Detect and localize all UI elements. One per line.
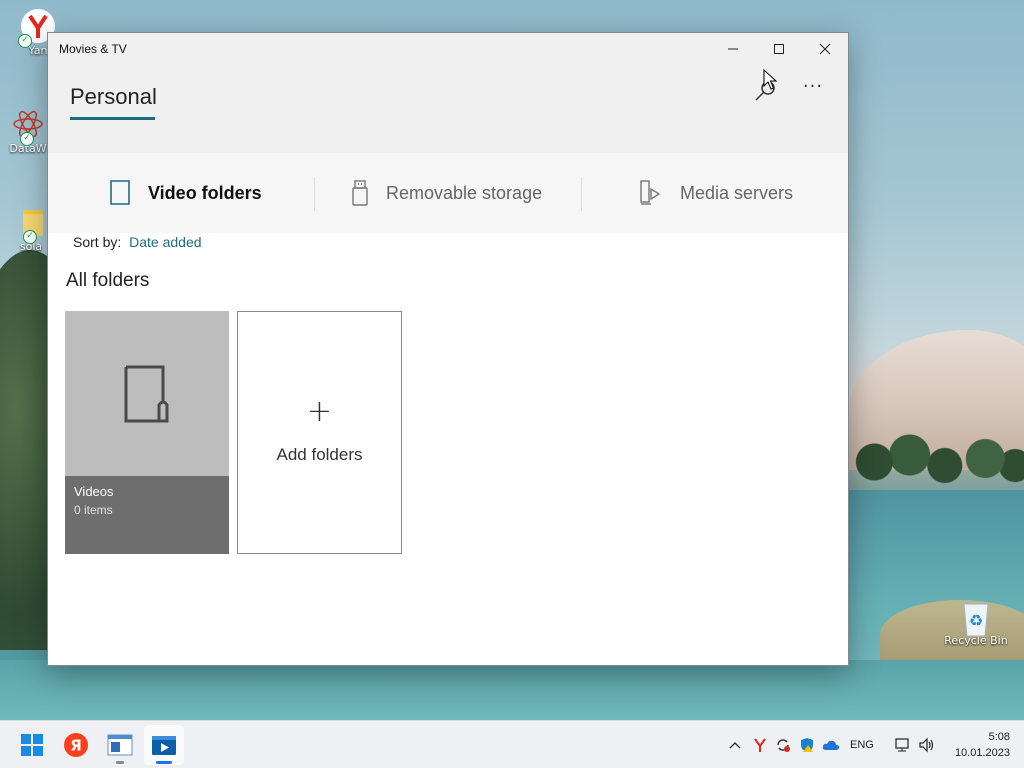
running-indicator	[116, 761, 124, 764]
folder-icon: ✓	[7, 204, 43, 244]
sort-control[interactable]: Sort by: Date added	[73, 234, 202, 250]
yandex-icon: Я	[64, 733, 88, 757]
clock-time: 5:08	[988, 731, 1010, 743]
svg-text:Я: Я	[70, 737, 82, 755]
folder-item-count: 0 items	[74, 503, 113, 517]
movies-tv-icon	[152, 736, 176, 755]
tray-onedrive[interactable]	[820, 733, 842, 757]
app-title: Movies & TV	[59, 42, 127, 56]
taskbar-file-explorer[interactable]	[100, 725, 140, 765]
desktop-icon-recycle-bin[interactable]: ♻ Recycle Bin	[944, 598, 1008, 647]
tab-divider	[314, 177, 315, 211]
page-title[interactable]: Personal	[70, 84, 157, 110]
tray-volume[interactable]	[916, 733, 938, 757]
add-folders-button[interactable]: + Add folders	[237, 311, 402, 554]
recycle-bin-icon: ♻	[958, 598, 994, 637]
clock-date: 10.01.2023	[954, 747, 1010, 759]
plus-icon: +	[306, 394, 333, 429]
desktop-icon-datawrapper[interactable]: ✓ DataW	[3, 106, 53, 155]
wallpaper-trees	[848, 420, 1024, 490]
wallpaper-water	[0, 660, 1024, 720]
mouse-cursor-icon	[763, 69, 777, 90]
maximize-icon	[774, 44, 784, 54]
folder-tile-videos[interactable]: Videos 0 items	[65, 311, 229, 554]
shield-warning-icon	[801, 738, 813, 752]
sync-check-icon: ✓	[20, 132, 34, 146]
sync-check-icon: ✓	[18, 34, 32, 48]
windows-logo-icon	[21, 734, 43, 756]
app-header: Personal ··· Video folders Removable sto…	[48, 65, 848, 233]
yandex-tray-icon	[754, 738, 766, 752]
tab-label: Removable storage	[386, 182, 543, 203]
title-bar[interactable]: Movies & TV	[48, 33, 848, 65]
network-icon	[895, 738, 909, 752]
active-indicator	[156, 761, 172, 764]
tray-security[interactable]	[797, 733, 817, 757]
sort-label: Sort by:	[73, 234, 122, 250]
movies-tv-window: Movies & TV Personal ··· Video folders R…	[48, 33, 848, 665]
media-server-icon	[640, 180, 661, 205]
tab-removable-storage[interactable]: Removable storage	[350, 153, 542, 233]
datawrapper-icon: ✓	[10, 106, 46, 146]
tab-media-servers[interactable]: Media servers	[638, 153, 793, 233]
video-folder-icon	[110, 180, 130, 205]
close-button[interactable]	[802, 33, 848, 65]
minimize-icon	[728, 48, 738, 50]
tab-label: Media servers	[680, 182, 794, 203]
taskbar: Я ENG 5:08 10.01.2023	[0, 720, 1024, 768]
tab-video-folders[interactable]: Video folders	[108, 153, 262, 233]
clock[interactable]: 5:08 10.01.2023	[944, 729, 1010, 761]
file-explorer-icon	[107, 734, 133, 756]
input-language-indicator[interactable]: ENG	[850, 733, 874, 757]
maximize-button[interactable]	[756, 33, 802, 65]
desktop-icon-folder[interactable]: ✓ sola	[0, 204, 50, 253]
page-title-underline	[70, 117, 155, 120]
sync-icon	[777, 739, 790, 752]
taskbar-yandex-browser[interactable]: Я	[56, 725, 96, 765]
tab-label: Video folders	[148, 182, 262, 203]
close-icon	[819, 43, 831, 55]
speaker-icon	[919, 737, 934, 753]
section-title: All folders	[66, 270, 150, 291]
start-button[interactable]	[12, 725, 52, 765]
folder-name: Videos	[74, 484, 114, 499]
folder-caption: Videos 0 items	[65, 476, 229, 554]
svg-text:♻: ♻	[969, 611, 983, 630]
video-folder-icon	[124, 365, 169, 423]
usb-drive-icon	[352, 180, 368, 206]
sort-value[interactable]: Date added	[129, 234, 201, 250]
source-tabs: Video folders Removable storage Media se	[48, 153, 848, 233]
tab-divider	[581, 177, 582, 211]
chevron-up-icon	[729, 742, 741, 749]
tray-yandex[interactable]	[750, 733, 770, 757]
tray-sync[interactable]	[773, 733, 793, 757]
add-folders-label: Add folders	[276, 445, 363, 464]
sync-check-icon: ✓	[23, 230, 37, 244]
taskbar-movies-tv[interactable]	[144, 725, 184, 765]
tray-network[interactable]	[892, 733, 912, 757]
more-options-button[interactable]: ···	[795, 75, 831, 111]
cloud-icon	[822, 740, 840, 750]
minimize-button[interactable]	[710, 33, 756, 65]
show-hidden-icons-button[interactable]	[726, 733, 744, 757]
